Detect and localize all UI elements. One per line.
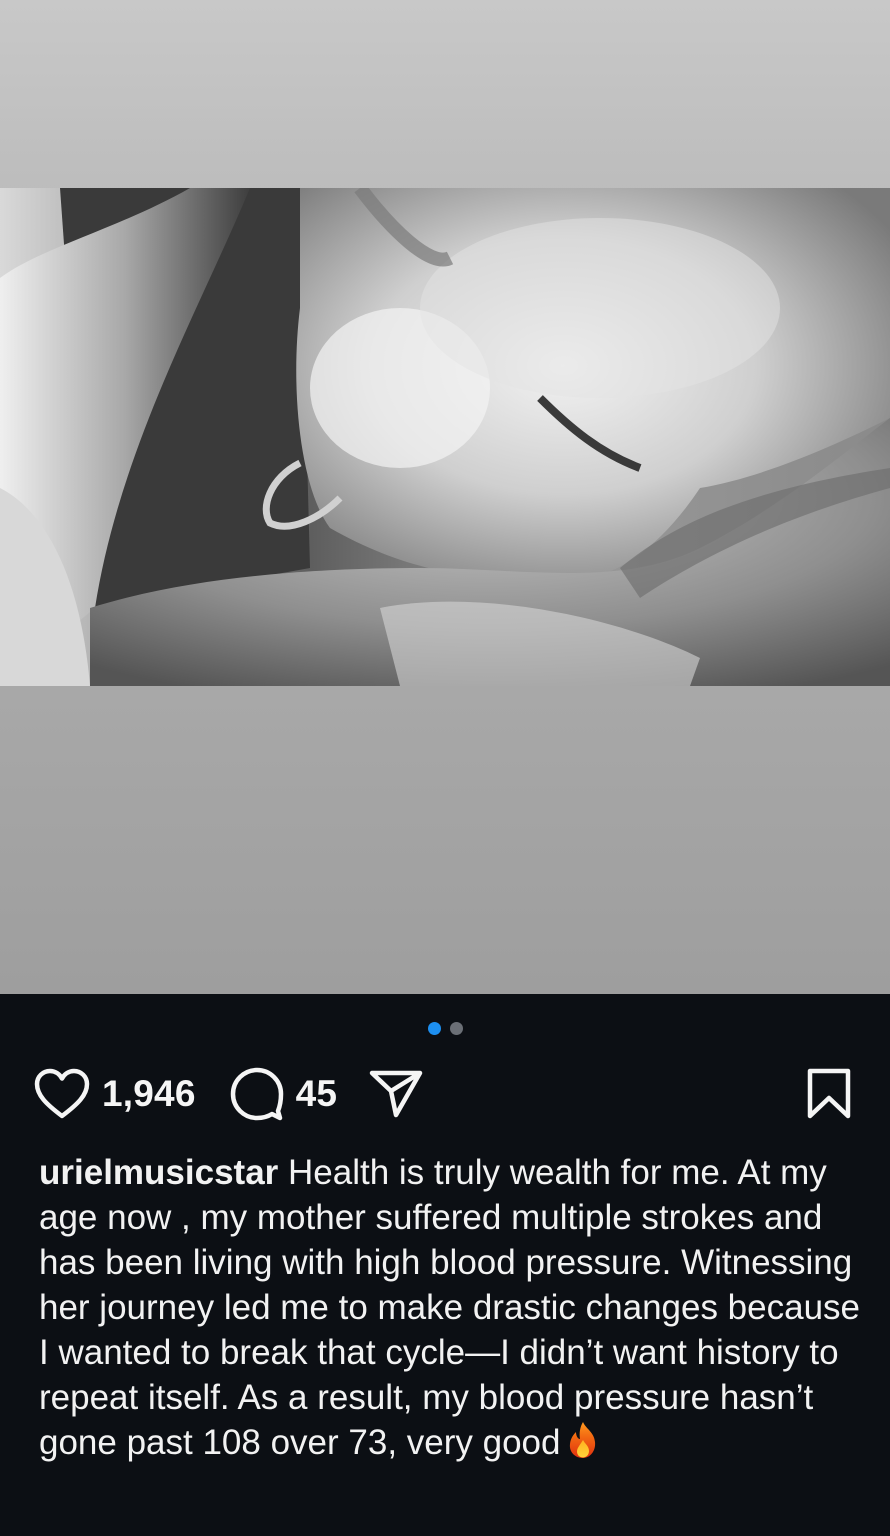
- caption-username[interactable]: urielmusicstar: [39, 1153, 278, 1192]
- comment-count[interactable]: 45: [296, 1073, 338, 1115]
- post-caption: urielmusicstar Health is truly wealth fo…: [39, 1150, 864, 1465]
- post-media[interactable]: [0, 0, 890, 994]
- comment-icon[interactable]: [230, 1067, 284, 1121]
- action-bar: 1,946 45: [34, 1066, 852, 1122]
- post-photo[interactable]: [0, 188, 890, 686]
- instagram-post: 1,946 45 urielmusicstar Health is truly …: [0, 0, 890, 1536]
- caption-text: Health is truly wealth for me. At my age…: [39, 1153, 861, 1462]
- share-icon[interactable]: [369, 1069, 423, 1119]
- like-count[interactable]: 1,946: [102, 1073, 196, 1115]
- save-button[interactable]: [806, 1068, 852, 1120]
- carousel-dot: [449, 1022, 463, 1035]
- photo-image: [0, 188, 890, 686]
- heart-icon[interactable]: [34, 1068, 90, 1120]
- carousel-dot-active: [427, 1022, 441, 1035]
- comment-button[interactable]: 45: [230, 1067, 338, 1121]
- carousel-indicator: [0, 1022, 890, 1036]
- share-button[interactable]: [369, 1069, 423, 1119]
- fire-emoji-icon: [564, 1420, 602, 1460]
- like-button[interactable]: 1,946: [34, 1068, 196, 1120]
- bookmark-icon[interactable]: [806, 1068, 852, 1120]
